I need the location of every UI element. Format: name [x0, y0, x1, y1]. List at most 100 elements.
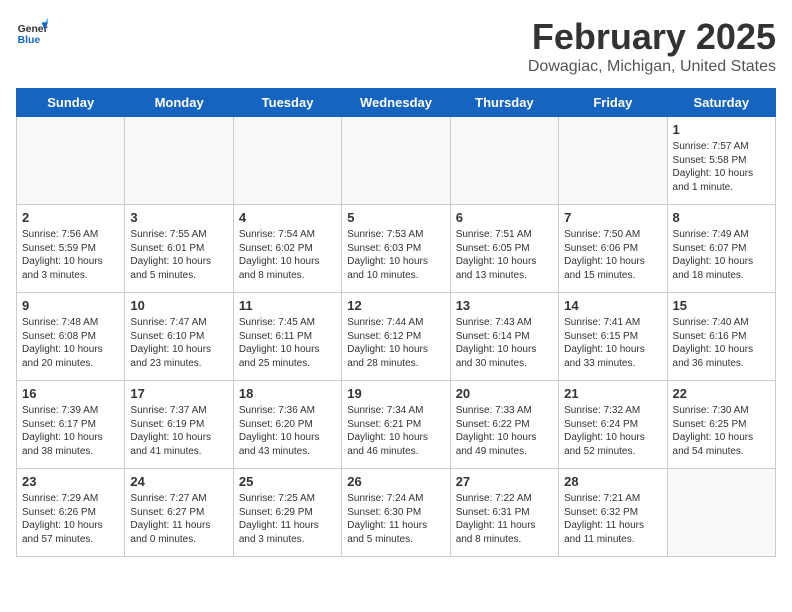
- cell-details: Sunrise: 7:47 AM Sunset: 6:10 PM Dayligh…: [130, 316, 227, 370]
- header-monday: Monday: [125, 89, 233, 117]
- cell-details: Sunrise: 7:49 AM Sunset: 6:07 PM Dayligh…: [673, 228, 770, 282]
- cell-details: Sunrise: 7:32 AM Sunset: 6:24 PM Dayligh…: [564, 404, 661, 458]
- table-row: 23Sunrise: 7:29 AM Sunset: 6:26 PM Dayli…: [17, 469, 125, 557]
- header-thursday: Thursday: [450, 89, 558, 117]
- table-row: 8 Sunrise: 7:49 AM Sunset: 6:07 PM Daylig…: [667, 205, 775, 293]
- cell-details: Sunrise: 7:53 AM Sunset: 6:03 PM Dayligh…: [347, 228, 444, 282]
- table-row: 5 Sunrise: 7:53 AM Sunset: 6:03 PM Daylig…: [342, 205, 450, 293]
- table-row: [450, 117, 558, 205]
- page-header: General Blue February 2025 Dowagiac, Mic…: [16, 16, 776, 76]
- day-number: 11: [239, 298, 336, 313]
- day-number: 24: [130, 474, 227, 489]
- table-row: 3 Sunrise: 7:55 AM Sunset: 6:01 PM Daylig…: [125, 205, 233, 293]
- table-row: [342, 117, 450, 205]
- day-number: 20: [456, 386, 553, 401]
- cell-details: Sunrise: 7:34 AM Sunset: 6:21 PM Dayligh…: [347, 404, 444, 458]
- logo-icon: General Blue: [16, 16, 48, 48]
- day-number: 10: [130, 298, 227, 313]
- table-row: 2 Sunrise: 7:56 AM Sunset: 5:59 PM Daylig…: [17, 205, 125, 293]
- cell-details: Sunrise: 7:43 AM Sunset: 6:14 PM Dayligh…: [456, 316, 553, 370]
- table-row: 18 Sunrise: 7:36 AM Sunset: 6:20 PM Dayli…: [233, 381, 341, 469]
- table-row: [125, 117, 233, 205]
- day-number: 18: [239, 386, 336, 401]
- table-row: 13Sunrise: 7:43 AM Sunset: 6:14 PM Dayli…: [450, 293, 558, 381]
- table-row: 1Sunrise: 7:57 AM Sunset: 5:58 PM Daylig…: [667, 117, 775, 205]
- header-saturday: Saturday: [667, 89, 775, 117]
- table-row: [667, 469, 775, 557]
- cell-details: Sunrise: 7:36 AM Sunset: 6:20 PM Dayligh…: [239, 404, 336, 458]
- header-tuesday: Tuesday: [233, 89, 341, 117]
- cell-details: Sunrise: 7:22 AM Sunset: 6:31 PM Dayligh…: [456, 492, 553, 546]
- cell-details: Sunrise: 7:57 AM Sunset: 5:58 PM Dayligh…: [673, 140, 770, 194]
- table-row: 4 Sunrise: 7:54 AM Sunset: 6:02 PM Daylig…: [233, 205, 341, 293]
- day-number: 5: [347, 210, 444, 225]
- day-number: 6: [456, 210, 553, 225]
- table-row: [559, 117, 667, 205]
- table-row: 28 Sunrise: 7:21 AM Sunset: 6:32 PM Dayli…: [559, 469, 667, 557]
- table-row: 19 Sunrise: 7:34 AM Sunset: 6:21 PM Dayli…: [342, 381, 450, 469]
- cell-details: Sunrise: 7:44 AM Sunset: 6:12 PM Dayligh…: [347, 316, 444, 370]
- table-row: 22 Sunrise: 7:30 AM Sunset: 6:25 PM Dayli…: [667, 381, 775, 469]
- cell-details: Sunrise: 7:51 AM Sunset: 6:05 PM Dayligh…: [456, 228, 553, 282]
- table-row: 24 Sunrise: 7:27 AM Sunset: 6:27 PM Dayli…: [125, 469, 233, 557]
- cell-details: Sunrise: 7:21 AM Sunset: 6:32 PM Dayligh…: [564, 492, 661, 546]
- table-row: 12Sunrise: 7:44 AM Sunset: 6:12 PM Dayli…: [342, 293, 450, 381]
- table-row: 10 Sunrise: 7:47 AM Sunset: 6:10 PM Dayli…: [125, 293, 233, 381]
- calendar-table: Sunday Monday Tuesday Wednesday Thursday…: [16, 88, 776, 557]
- day-number: 3: [130, 210, 227, 225]
- cell-details: Sunrise: 7:25 AM Sunset: 6:29 PM Dayligh…: [239, 492, 336, 546]
- table-row: 17 Sunrise: 7:37 AM Sunset: 6:19 PM Dayli…: [125, 381, 233, 469]
- table-row: 9 Sunrise: 7:48 AM Sunset: 6:08 PM Daylig…: [17, 293, 125, 381]
- table-row: 25 Sunrise: 7:25 AM Sunset: 6:29 PM Dayli…: [233, 469, 341, 557]
- day-number: 27: [456, 474, 553, 489]
- header-wednesday: Wednesday: [342, 89, 450, 117]
- day-number: 19: [347, 386, 444, 401]
- cell-details: Sunrise: 7:54 AM Sunset: 6:02 PM Dayligh…: [239, 228, 336, 282]
- day-number: 16: [22, 386, 119, 401]
- logo: General Blue: [16, 16, 48, 48]
- cell-details: Sunrise: 7:37 AM Sunset: 6:19 PM Dayligh…: [130, 404, 227, 458]
- cell-details: Sunrise: 7:48 AM Sunset: 6:08 PM Dayligh…: [22, 316, 119, 370]
- cell-details: Sunrise: 7:50 AM Sunset: 6:06 PM Dayligh…: [564, 228, 661, 282]
- cell-details: Sunrise: 7:45 AM Sunset: 6:11 PM Dayligh…: [239, 316, 336, 370]
- table-row: 7 Sunrise: 7:50 AM Sunset: 6:06 PM Daylig…: [559, 205, 667, 293]
- table-row: 16 Sunrise: 7:39 AM Sunset: 6:17 PM Dayli…: [17, 381, 125, 469]
- month-title: February 2025: [528, 16, 776, 58]
- title-block: February 2025 Dowagiac, Michigan, United…: [528, 16, 776, 76]
- table-row: 27 Sunrise: 7:22 AM Sunset: 6:31 PM Dayli…: [450, 469, 558, 557]
- location: Dowagiac, Michigan, United States: [528, 58, 776, 76]
- table-row: [233, 117, 341, 205]
- table-row: 15Sunrise: 7:40 AM Sunset: 6:16 PM Dayli…: [667, 293, 775, 381]
- cell-details: Sunrise: 7:27 AM Sunset: 6:27 PM Dayligh…: [130, 492, 227, 546]
- day-number: 21: [564, 386, 661, 401]
- table-row: 26 Sunrise: 7:24 AM Sunset: 6:30 PM Dayli…: [342, 469, 450, 557]
- header-friday: Friday: [559, 89, 667, 117]
- day-number: 26: [347, 474, 444, 489]
- cell-details: Sunrise: 7:24 AM Sunset: 6:30 PM Dayligh…: [347, 492, 444, 546]
- table-row: 20 Sunrise: 7:33 AM Sunset: 6:22 PM Dayli…: [450, 381, 558, 469]
- day-number: 15: [673, 298, 770, 313]
- day-number: 8: [673, 210, 770, 225]
- cell-details: Sunrise: 7:33 AM Sunset: 6:22 PM Dayligh…: [456, 404, 553, 458]
- day-number: 2: [22, 210, 119, 225]
- calendar-header: Sunday Monday Tuesday Wednesday Thursday…: [17, 89, 776, 117]
- day-number: 4: [239, 210, 336, 225]
- day-number: 17: [130, 386, 227, 401]
- day-number: 9: [22, 298, 119, 313]
- cell-details: Sunrise: 7:41 AM Sunset: 6:15 PM Dayligh…: [564, 316, 661, 370]
- cell-details: Sunrise: 7:39 AM Sunset: 6:17 PM Dayligh…: [22, 404, 119, 458]
- day-number: 28: [564, 474, 661, 489]
- cell-details: Sunrise: 7:56 AM Sunset: 5:59 PM Dayligh…: [22, 228, 119, 282]
- cell-details: Sunrise: 7:55 AM Sunset: 6:01 PM Dayligh…: [130, 228, 227, 282]
- calendar-body: 1Sunrise: 7:57 AM Sunset: 5:58 PM Daylig…: [17, 117, 776, 557]
- day-number: 23: [22, 474, 119, 489]
- header-sunday: Sunday: [17, 89, 125, 117]
- day-number: 25: [239, 474, 336, 489]
- day-number: 22: [673, 386, 770, 401]
- table-row: 14 Sunrise: 7:41 AM Sunset: 6:15 PM Dayli…: [559, 293, 667, 381]
- cell-details: Sunrise: 7:30 AM Sunset: 6:25 PM Dayligh…: [673, 404, 770, 458]
- table-row: 11 Sunrise: 7:45 AM Sunset: 6:11 PM Dayli…: [233, 293, 341, 381]
- table-row: 6 Sunrise: 7:51 AM Sunset: 6:05 PM Daylig…: [450, 205, 558, 293]
- day-number: 7: [564, 210, 661, 225]
- day-number: 14: [564, 298, 661, 313]
